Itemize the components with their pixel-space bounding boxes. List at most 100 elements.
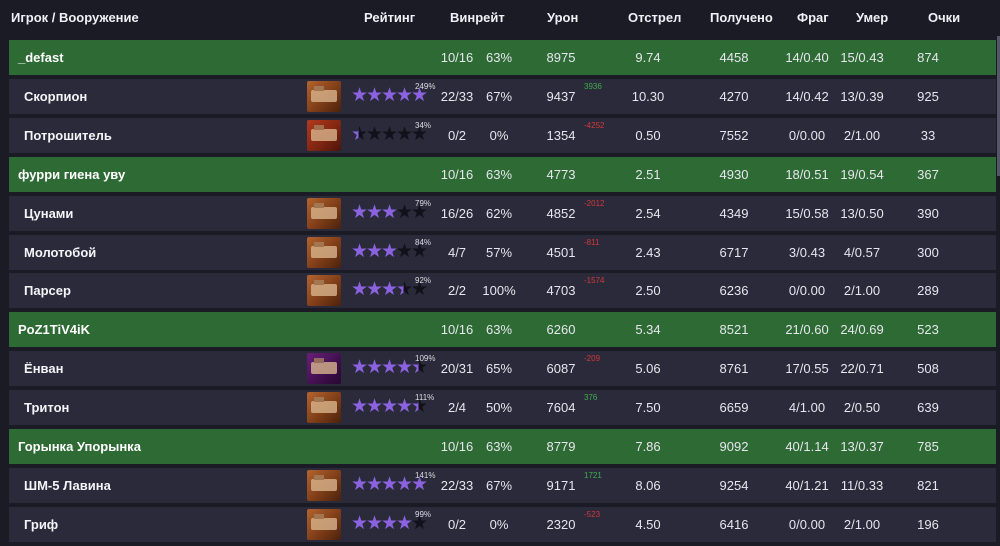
player-row[interactable]: Горынка Упорынка 10/16 63% 8779 7.86 9092 40/1… xyxy=(9,429,996,464)
weapon-row[interactable]: Парсер ★★★★★ 92% -1574 2/2 100% 4703 2.50 6236 0/… xyxy=(9,273,996,309)
star-icon: ★ xyxy=(396,357,414,379)
star-icon: ★ xyxy=(381,84,399,106)
frag: 14/0.40 xyxy=(785,50,829,65)
winrate: 67% xyxy=(485,477,513,493)
died: 11/0.33 xyxy=(840,477,884,493)
damage: 7604 xyxy=(546,400,576,416)
damage: 9171 xyxy=(546,477,576,493)
rating-percent: 141% xyxy=(415,470,436,480)
weapon-row[interactable]: Тритон ★★★★★ 111% 376 2/4 50% 7604 7.50 6659 4/1.… xyxy=(9,390,996,426)
games: 10/16 xyxy=(440,322,474,338)
weapon-name: Потрошитель xyxy=(24,127,112,143)
winrate: 62% xyxy=(485,205,513,221)
frag: 14/0.42 xyxy=(785,88,829,104)
player-row[interactable]: PoZ1TiV4iK 10/16 63% 6260 5.34 8521 21/0.60 24/… xyxy=(9,312,996,348)
points: 639 xyxy=(917,400,939,416)
frag: 17/0.55 xyxy=(785,361,829,377)
frag: 3/0.43 xyxy=(788,244,826,260)
header-died[interactable]: Умер xyxy=(856,10,888,25)
games: 2/2 xyxy=(447,283,467,299)
shots: 2.43 xyxy=(635,244,661,260)
header-winrate[interactable]: Винрейт xyxy=(450,10,505,25)
games: 16/26 xyxy=(440,205,474,221)
star-icon: ★ xyxy=(351,240,369,262)
died: 2/1.00 xyxy=(843,516,881,532)
weapon-image xyxy=(311,202,337,219)
weapon-row[interactable]: Потрошитель ★★★★★ 34% -4252 0/2 0% 1354 0.50 755… xyxy=(9,117,996,153)
received: 9092 xyxy=(719,439,749,454)
weapon-row[interactable]: Скорпион ★★★★★ 249% 3936 22/33 67% 9437 10.30 42… xyxy=(9,78,996,114)
weapon-thumbnail xyxy=(307,469,341,501)
winrate: 0% xyxy=(489,516,509,532)
star-icon: ★ xyxy=(366,512,384,534)
weapon-row[interactable]: Ёнван ★★★★★ 109% -209 20/31 65% 6087 5.06 8761 17… xyxy=(9,351,996,387)
weapon-name: Парсер xyxy=(24,283,71,299)
points: 289 xyxy=(917,283,939,299)
rating-percent: 34% xyxy=(415,120,432,130)
star-icon: ★ xyxy=(396,279,414,301)
frag: 0/0.00 xyxy=(788,283,826,299)
weapon-row[interactable]: Молотобой ★★★★★ 84% -811 4/7 57% 4501 2.43 6717 3… xyxy=(9,234,996,270)
frag: 0/0.00 xyxy=(788,127,826,143)
weapon-thumbnail xyxy=(307,508,341,540)
winrate: 50% xyxy=(485,400,513,416)
weapon-name: Молотобой xyxy=(24,244,97,260)
games: 20/31 xyxy=(440,361,474,377)
weapon-name: Гриф xyxy=(24,516,59,532)
damage-delta: -1574 xyxy=(584,276,605,286)
died: 13/0.39 xyxy=(840,88,884,104)
frag: 0/0.00 xyxy=(788,516,826,532)
winrate: 0% xyxy=(489,127,509,143)
rating-percent: 109% xyxy=(415,354,436,364)
star-icon: ★ xyxy=(381,473,399,495)
damage: 8779 xyxy=(546,439,576,454)
shots: 7.50 xyxy=(635,400,661,416)
header-frag[interactable]: Фраг xyxy=(797,10,829,25)
star-icon: ★ xyxy=(381,123,399,145)
weapon-thumbnail xyxy=(307,236,341,268)
weapon-name: Скорпион xyxy=(24,88,88,104)
header-points[interactable]: Очки xyxy=(928,10,960,25)
header-player[interactable]: Игрок / Вооружение xyxy=(11,10,139,25)
damage: 2320 xyxy=(546,516,576,532)
damage-delta: -2012 xyxy=(584,198,605,208)
star-icon: ★ xyxy=(396,84,414,106)
damage-delta: -4252 xyxy=(584,120,605,130)
damage: 4501 xyxy=(546,244,576,260)
star-icon: ★ xyxy=(381,357,399,379)
winrate: 100% xyxy=(482,283,516,299)
player-row[interactable]: _defast 10/16 63% 8975 9.74 4458 14/0.40 15/0.4… xyxy=(9,40,996,75)
star-icon: ★ xyxy=(351,512,369,534)
winrate: 65% xyxy=(485,361,513,377)
weapon-row[interactable]: Гриф ★★★★★ 99% -523 0/2 0% 2320 4.50 6416 0/0.00 2… xyxy=(9,506,996,542)
weapon-image xyxy=(311,241,337,258)
received: 6416 xyxy=(719,516,749,532)
games: 4/7 xyxy=(447,244,467,260)
star-icon: ★ xyxy=(366,473,384,495)
weapon-row[interactable]: ШМ-5 Лавина ★★★★★ 141% 1721 22/33 67% 9171 8.06… xyxy=(9,467,996,503)
shots: 9.74 xyxy=(635,50,661,65)
player-row[interactable]: фурри гиена уву 10/16 63% 4773 2.51 4930 18/0.… xyxy=(9,156,996,192)
died: 2/0.50 xyxy=(843,400,881,416)
rating-percent: 92% xyxy=(415,276,432,286)
points: 874 xyxy=(917,50,939,65)
damage-delta: 376 xyxy=(584,393,598,403)
games: 2/4 xyxy=(447,400,467,416)
damage: 4852 xyxy=(546,205,576,221)
header-received[interactable]: Получено xyxy=(710,10,773,25)
weapon-thumbnail xyxy=(307,197,341,229)
rating-percent: 84% xyxy=(415,237,432,247)
weapon-name: Цунами xyxy=(24,205,74,221)
header-damage[interactable]: Урон xyxy=(547,10,578,25)
weapon-image xyxy=(311,474,337,491)
frag: 40/1.21 xyxy=(785,477,829,493)
header-rating[interactable]: Рейтинг xyxy=(364,10,415,25)
died: 19/0.54 xyxy=(840,166,884,182)
star-icon: ★ xyxy=(351,123,369,145)
star-icon: ★ xyxy=(351,279,369,301)
damage-delta: -811 xyxy=(584,237,600,247)
header-shots[interactable]: Отстрел xyxy=(628,10,681,25)
games: 10/16 xyxy=(440,439,474,454)
rating-percent: 99% xyxy=(415,509,432,519)
weapon-row[interactable]: Цунами ★★★★★ 79% -2012 16/26 62% 4852 2.54 4349 1… xyxy=(9,195,996,231)
